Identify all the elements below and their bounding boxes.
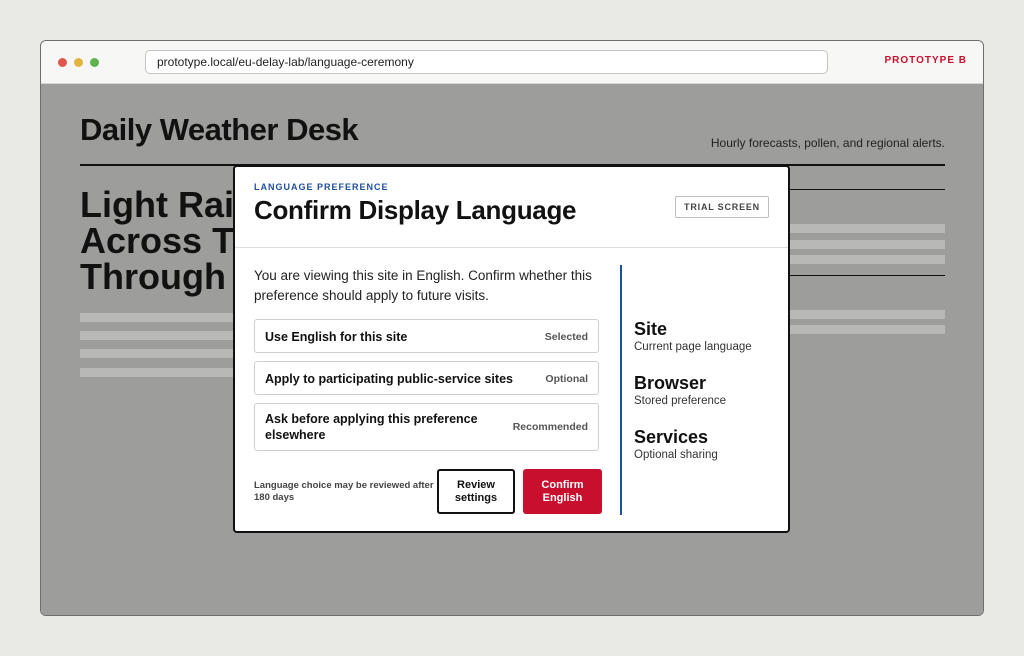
address-bar[interactable]: prototype.local/eu-delay-lab/language-ce… [145,50,828,74]
scope-services: Services Optional sharing [634,427,718,463]
option-ask-before-applying[interactable]: Ask before applying this preference else… [254,403,599,451]
option-apply-public-services[interactable]: Apply to participating public-service si… [254,361,599,395]
text-placeholder-bar [781,310,945,319]
text-placeholder-bar [80,349,240,358]
option-status: Optional [545,373,588,385]
minimize-window-icon[interactable] [74,58,83,67]
trial-screen-badge: TRIAL SCREEN [675,196,769,218]
dialog-title: Confirm Display Language [254,195,577,225]
text-placeholder-bar [781,224,945,233]
language-dialog: LANGUAGE PREFERENCE Confirm Display Lang… [233,165,790,533]
option-label: Apply to participating public-service si… [265,372,513,386]
prototype-label: PROTOTYPE B [884,55,967,66]
text-placeholder-bar [781,255,945,264]
scope-description: Current page language [634,341,752,353]
confirm-english-button[interactable]: Confirm English [523,469,602,514]
site-tagline: Hourly forecasts, pollen, and regional a… [710,136,945,150]
option-status: Selected [544,331,588,343]
scope-description: Stored preference [634,395,727,407]
dialog-eyebrow: LANGUAGE PREFERENCE [254,182,389,192]
scope-name: Browser [634,373,707,393]
option-use-english[interactable]: Use English for this site Selected [254,319,599,353]
review-note: Language choice may be reviewed after 18… [254,480,434,503]
review-settings-button[interactable]: Review settings [437,469,515,514]
sidebar-divider [781,189,945,190]
option-status: Recommended [512,421,588,433]
dialog-header: LANGUAGE PREFERENCE Confirm Display Lang… [235,167,788,248]
scope-name: Site [634,319,668,339]
close-window-icon[interactable] [58,58,67,67]
scope-browser: Browser Stored preference [634,373,726,409]
browser-toolbar: prototype.local/eu-delay-lab/language-ce… [41,41,983,84]
dialog-intro: You are viewing this site in English. Co… [254,268,592,303]
sidebar-divider [781,275,945,276]
scope-description: Optional sharing [634,449,718,461]
text-placeholder-bar [80,313,240,322]
text-placeholder-bar [781,240,945,249]
scope-divider [620,265,622,515]
maximize-window-icon[interactable] [90,58,99,67]
option-label: Ask before applying this preference else… [265,412,478,442]
site-title: Daily Weather Desk [80,112,359,147]
scope-site: Site Current page language [634,319,752,355]
text-placeholder-bar [781,325,945,334]
text-placeholder-bar [80,331,240,340]
option-label: Use English for this site [265,330,408,344]
scope-name: Services [634,427,709,447]
text-placeholder-bar [80,368,240,377]
